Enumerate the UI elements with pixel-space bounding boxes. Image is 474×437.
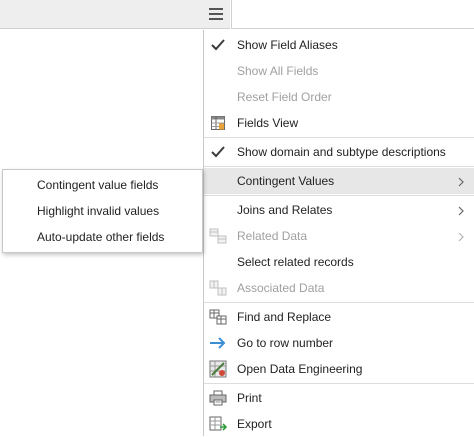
menu-item-reset-field-order[interactable]: Reset Field Order bbox=[204, 84, 474, 110]
menu-item-show-all-fields[interactable]: Show All Fields bbox=[204, 58, 474, 84]
menu-separator bbox=[204, 383, 474, 384]
table-options-menu: Show Field Aliases Show All Fields Reset… bbox=[203, 30, 474, 436]
menu-item-label: Reset Field Order bbox=[237, 90, 332, 104]
find-replace-icon bbox=[208, 307, 228, 327]
menu-item-label: Joins and Relates bbox=[237, 203, 333, 217]
menu-separator bbox=[204, 302, 474, 303]
menu-item-label: Go to row number bbox=[237, 336, 334, 350]
menu-separator bbox=[204, 137, 474, 138]
menu-item-label: Contingent Values bbox=[237, 174, 335, 188]
hamburger-icon bbox=[209, 8, 223, 20]
related-data-icon bbox=[208, 226, 228, 246]
menu-item-label: Print bbox=[237, 391, 262, 405]
menu-item-associated-data[interactable]: Associated Data bbox=[204, 275, 474, 301]
submenu-item-highlight-invalid-values[interactable]: Highlight invalid values bbox=[3, 198, 202, 224]
menu-item-go-to-row-number[interactable]: Go to row number bbox=[204, 330, 474, 356]
chevron-right-icon bbox=[457, 176, 465, 190]
associated-data-icon bbox=[208, 278, 228, 298]
chevron-right-icon bbox=[457, 231, 465, 245]
menu-item-open-data-engineering[interactable]: Open Data Engineering bbox=[204, 356, 474, 382]
menu-item-label: Export bbox=[237, 417, 272, 431]
menu-item-label: Show All Fields bbox=[237, 64, 319, 78]
submenu-item-auto-update-other-fields[interactable]: Auto-update other fields bbox=[3, 224, 202, 250]
menu-item-label: Show domain and subtype descriptions bbox=[237, 145, 446, 159]
menu-item-label: Find and Replace bbox=[237, 310, 332, 324]
menu-item-find-and-replace[interactable]: Find and Replace bbox=[204, 304, 474, 330]
fields-view-icon bbox=[208, 113, 228, 133]
menu-separator bbox=[204, 166, 474, 167]
menu-item-contingent-values[interactable]: Contingent Values bbox=[204, 168, 474, 194]
checkmark-icon bbox=[208, 142, 228, 162]
menu-item-label: Related Data bbox=[237, 229, 308, 243]
checkmark-icon bbox=[208, 35, 228, 55]
menu-item-export[interactable]: Export bbox=[204, 411, 474, 437]
menu-item-label: Associated Data bbox=[237, 281, 325, 295]
data-engineering-icon bbox=[208, 359, 228, 379]
contingent-values-submenu: Contingent value fields Highlight invali… bbox=[2, 169, 203, 253]
menu-item-joins-and-relates[interactable]: Joins and Relates bbox=[204, 197, 474, 223]
table-toolbar bbox=[0, 0, 230, 29]
submenu-item-label: Highlight invalid values bbox=[37, 204, 160, 218]
menu-item-related-data[interactable]: Related Data bbox=[204, 223, 474, 249]
menu-item-fields-view[interactable]: Fields View bbox=[204, 110, 474, 136]
export-icon bbox=[208, 414, 228, 434]
menu-separator bbox=[204, 195, 474, 196]
menu-item-show-domain-descriptions[interactable]: Show domain and subtype descriptions bbox=[204, 139, 474, 165]
menu-item-label: Show Field Aliases bbox=[237, 38, 338, 52]
menu-item-label: Open Data Engineering bbox=[237, 362, 363, 376]
submenu-item-contingent-value-fields[interactable]: Contingent value fields bbox=[3, 172, 202, 198]
printer-icon bbox=[208, 388, 228, 408]
chevron-right-icon bbox=[457, 205, 465, 219]
menu-item-label: Fields View bbox=[237, 116, 299, 130]
submenu-item-label: Auto-update other fields bbox=[37, 230, 165, 244]
options-menu-button[interactable] bbox=[204, 2, 228, 26]
menu-item-print[interactable]: Print bbox=[204, 385, 474, 411]
menu-item-label: Select related records bbox=[237, 255, 354, 269]
table-header-area bbox=[231, 0, 474, 29]
arrow-right-icon bbox=[208, 333, 228, 353]
menu-item-show-field-aliases[interactable]: Show Field Aliases bbox=[204, 32, 474, 58]
submenu-item-label: Contingent value fields bbox=[37, 178, 159, 192]
menu-item-select-related-records[interactable]: Select related records bbox=[204, 249, 474, 275]
